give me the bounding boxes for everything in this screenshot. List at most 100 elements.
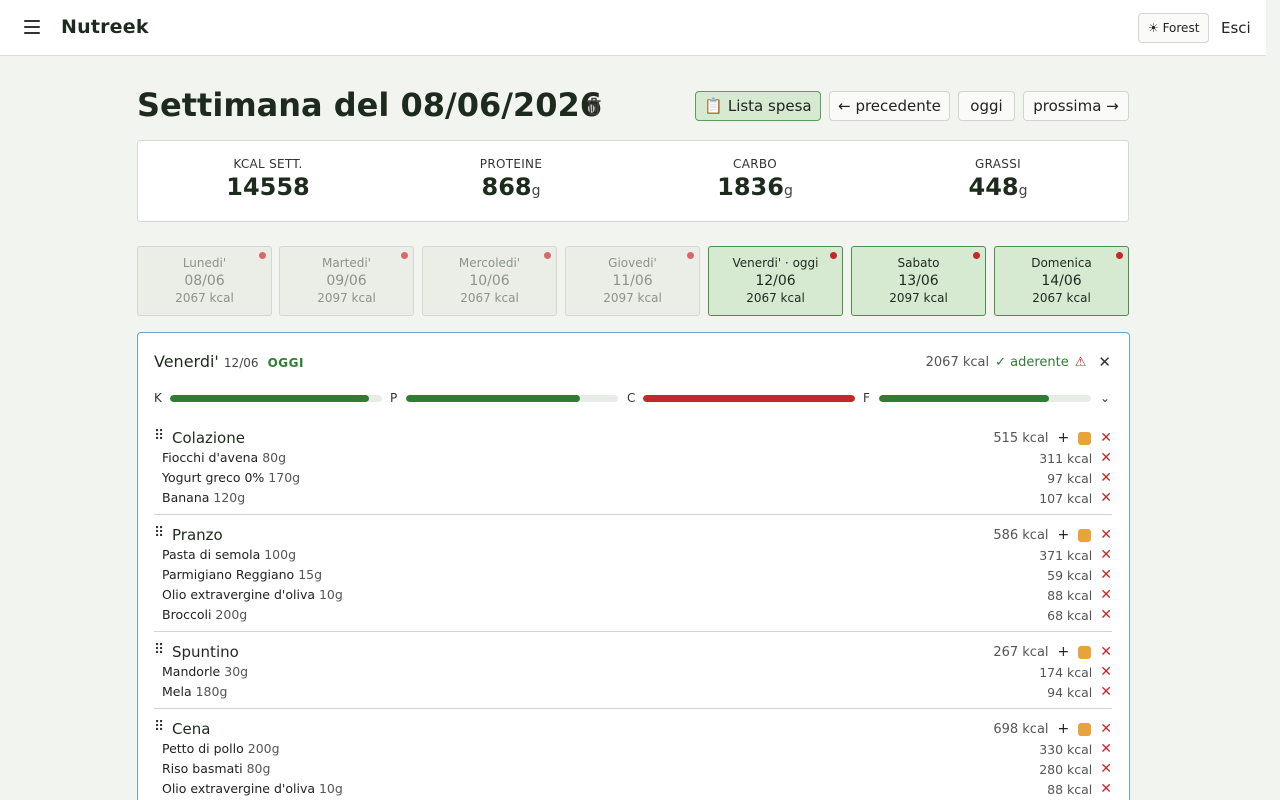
meal-divider [154,631,1112,632]
remove-food-button[interactable]: ✕ [1100,664,1112,680]
meal-header-pranzo: ⠿ Pranzo 586 kcal + ✕ [154,525,1112,545]
burger-icon[interactable] [1078,431,1092,445]
remove-food-button[interactable]: ✕ [1100,607,1112,623]
remove-food-button[interactable]: ✕ [1100,741,1112,757]
add-food-button[interactable]: + [1058,527,1070,543]
macro-label: F [863,391,870,405]
burger-icon[interactable] [1078,528,1092,542]
add-food-button[interactable]: + [1058,644,1070,660]
macro-label: K [154,391,162,405]
food-kcal: 59 kcal [1047,567,1093,583]
remove-food-button[interactable]: ✕ [1100,470,1112,486]
food-item: Banana 120g 107 kcal ✕ [162,490,1112,508]
day-card-sunday[interactable]: Domenica 14/06 2067 kcal [994,246,1129,316]
next-week-button[interactable]: prossima → [1023,91,1129,121]
meal-header-colazione: ⠿ Colazione 515 kcal + ✕ [154,428,1112,448]
day-date: 09/06 [326,273,367,289]
drag-handle-icon[interactable]: ⠿ [154,428,164,444]
status-dot [687,252,694,259]
day-card-thursday[interactable]: Giovedi' 11/06 2097 kcal [565,246,700,316]
drag-handle-icon[interactable]: ⠿ [154,719,164,735]
remove-food-button[interactable]: ✕ [1100,781,1112,797]
add-food-button[interactable]: + [1058,430,1070,446]
status-dot [401,252,408,259]
food-item: Pasta di semola 100g 371 kcal ✕ [162,547,1112,565]
theme-toggle-button[interactable]: ☀ Forest [1138,13,1210,43]
remove-food-button[interactable]: ✕ [1100,684,1112,700]
stat-label: KCAL SETT. [233,157,303,171]
macro-label: P [390,391,398,405]
remove-food-button[interactable]: ✕ [1100,761,1112,777]
food-kcal: 311 kcal [1039,450,1093,466]
macro-track [643,394,855,402]
remove-meal-button[interactable]: ✕ [1100,721,1112,737]
food-qty: 80g [262,450,287,465]
drag-handle-icon[interactable]: ⠿ [154,525,164,541]
stat-fat: GRASSI 448g [898,157,1098,201]
day-kcal: 2067 kcal [746,291,805,305]
food-item: Olio extravergine d'oliva 10g 88 kcal ✕ [162,587,1112,605]
food-item: Broccoli 200g 68 kcal ✕ [162,607,1112,625]
meal-divider [154,708,1112,709]
food-qty: 200g [247,741,280,756]
day-title-date: 12/06 [223,356,259,370]
food-qty: 10g [318,781,343,796]
stat-carbs: CARBO 1836g [655,157,855,201]
logout-link[interactable]: Esci [1221,19,1251,37]
food-name: Yogurt greco 0% [162,470,265,485]
day-card-monday[interactable]: Lunedi' 08/06 2067 kcal [137,246,272,316]
remove-food-button[interactable]: ✕ [1100,587,1112,603]
meal-header-cena: ⠿ Cena 698 kcal + ✕ [154,719,1112,739]
food-qty: 30g [224,664,249,679]
shopping-list-button[interactable]: 📋 Lista spesa [695,91,821,121]
add-food-button[interactable]: + [1058,721,1070,737]
day-date: 14/06 [1041,273,1082,289]
close-icon[interactable]: ✕ [1098,353,1111,371]
food-name: Parmigiano Reggiano [162,567,295,582]
food-item: Petto di pollo 200g 330 kcal ✕ [162,741,1112,759]
remove-food-button[interactable]: ✕ [1100,567,1112,583]
stat-unit: g [1018,183,1028,199]
food-name: Banana [162,490,210,505]
day-card-saturday[interactable]: Sabato 13/06 2097 kcal [851,246,986,316]
meal-divider [154,514,1112,515]
chevron-down-icon[interactable]: ⌄ [1100,391,1110,405]
day-name: Martedi' [322,256,371,270]
day-card-friday[interactable]: Venerdi' · oggi 12/06 2067 kcal [708,246,843,316]
remove-food-button[interactable]: ✕ [1100,490,1112,506]
scrollbar[interactable] [1266,0,1280,800]
burger-icon[interactable] [1078,645,1092,659]
food-name: Riso basmati [162,761,243,776]
today-button[interactable]: oggi [958,91,1015,121]
previous-week-button[interactable]: ← precedente [829,91,950,121]
day-card-tuesday[interactable]: Martedi' 09/06 2097 kcal [279,246,414,316]
remove-meal-button[interactable]: ✕ [1100,430,1112,446]
macro-track [170,394,382,402]
food-item: Yogurt greco 0% 170g 97 kcal ✕ [162,470,1112,488]
remove-food-button[interactable]: ✕ [1100,450,1112,466]
food-kcal: 107 kcal [1039,490,1093,506]
status-dot [259,252,266,259]
remove-food-button[interactable]: ✕ [1100,547,1112,563]
food-item: Fiocchi d'avena 80g 311 kcal ✕ [162,450,1112,468]
day-kcal: 2067 kcal [1032,291,1091,305]
drag-handle-icon[interactable]: ⠿ [154,642,164,658]
app-name[interactable]: Nutreek [61,16,149,38]
food-name: Mela [162,684,192,699]
day-date: 10/06 [469,273,510,289]
macro-fill [406,394,580,402]
day-card-wednesday[interactable]: Mercoledi' 10/06 2067 kcal [422,246,557,316]
stat-unit: g [783,183,793,199]
burger-icon[interactable] [1078,722,1092,736]
food-qty: 180g [195,684,228,699]
macro-bar-protein: P [390,391,618,405]
day-name: Domenica [1031,256,1092,270]
stat-value: 448 [968,173,1019,201]
day-name: Sabato [897,256,940,270]
trash-icon[interactable] [585,96,603,116]
remove-meal-button[interactable]: ✕ [1100,644,1112,660]
remove-meal-button[interactable]: ✕ [1100,527,1112,543]
food-name: Pasta di semola [162,547,261,562]
stat-value: 14558 [226,173,310,201]
menu-icon[interactable] [24,20,40,34]
